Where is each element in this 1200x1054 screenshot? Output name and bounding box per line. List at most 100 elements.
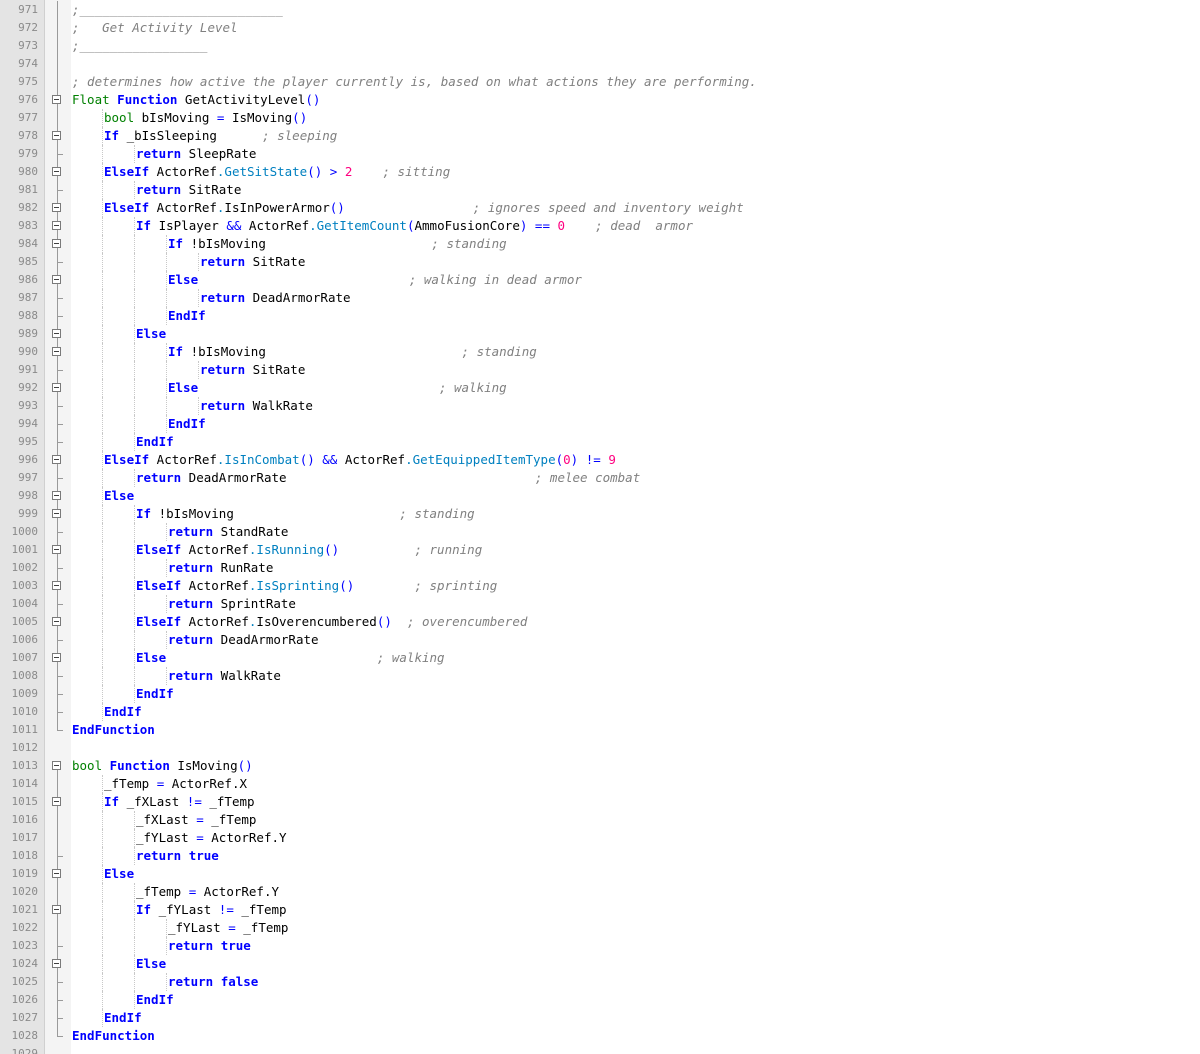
code-token: !bIsMoving: [151, 506, 400, 521]
code-token: ; standing: [431, 236, 507, 251]
code-text[interactable]: EndIf: [104, 703, 142, 721]
code-text[interactable]: return false: [168, 973, 258, 991]
code-text[interactable]: EndFunction: [72, 1027, 155, 1045]
code-text[interactable]: ElseIf ActorRef.IsInCombat() && ActorRef…: [104, 451, 616, 469]
code-text[interactable]: Else ; walking: [136, 649, 445, 667]
code-text[interactable]: If !bIsMoving ; standing: [168, 343, 537, 361]
code-text[interactable]: EndIf: [168, 307, 206, 325]
code-text[interactable]: return true: [136, 847, 219, 865]
code-text[interactable]: EndFunction: [72, 721, 155, 739]
code-text[interactable]: EndIf: [168, 415, 206, 433]
code-token: StandRate: [213, 524, 289, 539]
code-text[interactable]: ;___________________________: [72, 1, 283, 19]
code-text[interactable]: EndIf: [136, 991, 174, 1009]
code-text[interactable]: bool Function IsMoving(): [72, 757, 253, 775]
fold-toggle-icon[interactable]: [45, 235, 71, 253]
code-text[interactable]: EndIf: [136, 685, 174, 703]
fold-toggle-icon[interactable]: [45, 325, 71, 343]
fold-toggle-icon[interactable]: [45, 613, 71, 631]
code-text[interactable]: If !bIsMoving ; standing: [136, 505, 475, 523]
code-text[interactable]: ElseIf ActorRef.IsRunning() ; running: [136, 541, 482, 559]
code-text[interactable]: return SitRate: [200, 361, 305, 379]
line-number: 1020: [11, 885, 39, 898]
fold-toggle-icon[interactable]: [45, 487, 71, 505]
fold-toggle-icon[interactable]: [45, 217, 71, 235]
code-text[interactable]: Else: [104, 865, 134, 883]
code-text[interactable]: ; Get Activity Level: [72, 19, 238, 37]
indent-guide: [102, 775, 103, 793]
fold-toggle-icon[interactable]: [45, 163, 71, 181]
fold-end-marker: [45, 991, 71, 1009]
code-text[interactable]: _fYLast = _fTemp: [168, 919, 288, 937]
code-text[interactable]: ElseIf ActorRef.GetSitState() > 2 ; sitt…: [104, 163, 450, 181]
code-text[interactable]: return RunRate: [168, 559, 273, 577]
code-text[interactable]: EndIf: [136, 433, 174, 451]
code-token: ; sleeping: [262, 128, 338, 143]
code-text[interactable]: _fYLast = ActorRef.Y: [136, 829, 287, 847]
code-token: ; sprinting: [414, 578, 498, 593]
fold-toggle-icon[interactable]: [45, 343, 71, 361]
code-text[interactable]: _fXLast = _fTemp: [136, 811, 256, 829]
code-text[interactable]: return DeadArmorRate ; melee combat: [136, 469, 640, 487]
fold-close-marker: [45, 721, 71, 739]
code-text[interactable]: return SleepRate: [136, 145, 256, 163]
code-text[interactable]: return true: [168, 937, 251, 955]
code-line: 1001 ElseIf ActorRef.IsRunning() ; runnin…: [0, 541, 1200, 559]
code-text[interactable]: return DeadArmorRate: [200, 289, 351, 307]
line-number: 983: [18, 219, 38, 232]
fold-toggle-icon[interactable]: [45, 793, 71, 811]
fold-toggle-icon[interactable]: [45, 901, 71, 919]
code-text[interactable]: return SitRate: [200, 253, 305, 271]
code-line: 991 return SitRate: [0, 361, 1200, 379]
code-text[interactable]: return WalkRate: [200, 397, 313, 415]
fold-toggle-icon[interactable]: [45, 271, 71, 289]
fold-toggle-icon[interactable]: [45, 199, 71, 217]
line-number: 1000: [11, 525, 39, 538]
fold-empty: [45, 739, 71, 757]
fold-toggle-icon[interactable]: [45, 865, 71, 883]
code-text[interactable]: _fTemp = ActorRef.X: [104, 775, 247, 793]
fold-toggle-icon[interactable]: [45, 379, 71, 397]
fold-toggle-icon[interactable]: [45, 505, 71, 523]
code-editor[interactable]: 971 ;___________________________ 972 ; Get …: [0, 0, 1200, 1054]
code-text[interactable]: Else: [104, 487, 134, 505]
code-text[interactable]: If IsPlayer && ActorRef.GetItemCount(Amm…: [136, 217, 693, 235]
code-text[interactable]: bool bIsMoving = IsMoving(): [104, 109, 307, 127]
code-token: If: [136, 218, 152, 233]
code-line: 1025 return false: [0, 973, 1200, 991]
code-text[interactable]: return SitRate: [136, 181, 241, 199]
code-text[interactable]: EndIf: [104, 1009, 142, 1027]
code-text[interactable]: ElseIf ActorRef.IsInPowerArmor() ; ignor…: [104, 199, 744, 217]
code-text[interactable]: If _bIsSleeping ; sleeping: [104, 127, 337, 145]
fold-toggle-icon[interactable]: [45, 91, 71, 109]
code-text[interactable]: return WalkRate: [168, 667, 281, 685]
code-text[interactable]: ElseIf ActorRef.IsSprinting() ; sprintin…: [136, 577, 497, 595]
code-text[interactable]: If !bIsMoving ; standing: [168, 235, 507, 253]
fold-toggle-icon[interactable]: [45, 757, 71, 775]
indent-guide: [134, 361, 135, 379]
code-token: ActorRef: [149, 200, 217, 215]
fold-toggle-icon[interactable]: [45, 451, 71, 469]
code-text[interactable]: Else: [136, 955, 166, 973]
fold-toggle-icon[interactable]: [45, 127, 71, 145]
code-text[interactable]: ElseIf ActorRef.IsOverencumbered() ; ove…: [136, 613, 527, 631]
code-text[interactable]: Else: [136, 325, 166, 343]
line-number: 1005: [11, 615, 39, 628]
code-text[interactable]: return StandRate: [168, 523, 288, 541]
code-text[interactable]: If _fXLast != _fTemp: [104, 793, 255, 811]
fold-toggle-icon[interactable]: [45, 649, 71, 667]
fold-toggle-icon[interactable]: [45, 541, 71, 559]
code-text[interactable]: Else ; walking: [168, 379, 507, 397]
code-text[interactable]: If _fYLast != _fTemp: [136, 901, 287, 919]
code-text[interactable]: return SprintRate: [168, 595, 296, 613]
code-text[interactable]: ;_________________: [72, 37, 207, 55]
code-text[interactable]: Float Function GetActivityLevel(): [72, 91, 320, 109]
code-text[interactable]: _fTemp = ActorRef.Y: [136, 883, 279, 901]
code-text[interactable]: ; determines how active the player curre…: [72, 73, 757, 91]
fold-toggle-icon[interactable]: [45, 577, 71, 595]
indent-guide: [134, 307, 135, 325]
code-text[interactable]: return DeadArmorRate: [168, 631, 319, 649]
code-text[interactable]: Else ; walking in dead armor: [168, 271, 582, 289]
fold-toggle-icon[interactable]: [45, 955, 71, 973]
